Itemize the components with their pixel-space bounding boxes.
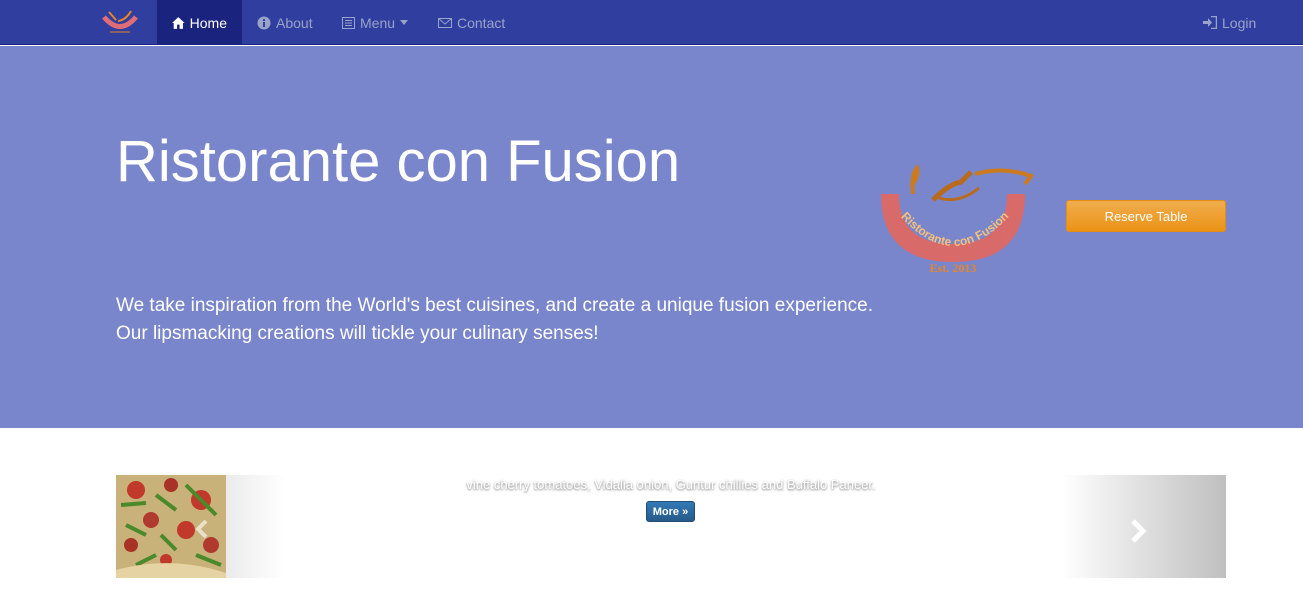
- nav-contact[interactable]: Contact: [438, 0, 505, 45]
- login-icon: [1203, 16, 1217, 29]
- carousel-prev-icon[interactable]: [192, 519, 212, 539]
- nav-login[interactable]: Login: [1203, 0, 1256, 45]
- restaurant-logo: Ristorante con Fusion Est. 2013: [881, 164, 1035, 275]
- navbar: Home About Menu Contact Login: [0, 0, 1303, 45]
- nav-contact-label: Contact: [457, 14, 506, 31]
- logo-est-text: Est. 2013: [930, 261, 977, 275]
- nav-home-label: Home: [189, 14, 227, 31]
- nav-about-label: About: [276, 14, 313, 31]
- carousel-caption: vine cherry tomatoes, Vidalia onion, Gun…: [466, 477, 876, 492]
- nav-menu-dropdown[interactable]: Menu: [342, 0, 409, 45]
- carousel-next-icon[interactable]: [1126, 519, 1150, 543]
- carousel: vine cherry tomatoes, Vidalia onion, Gun…: [116, 475, 1226, 578]
- nav-home[interactable]: Home: [157, 0, 242, 45]
- restaurant-logo-icon[interactable]: [100, 8, 140, 38]
- more-button[interactable]: More »: [646, 501, 695, 522]
- envelope-icon: [438, 17, 452, 28]
- caret-down-icon: [400, 20, 409, 25]
- jumbotron: Ristorante con Fusion We take inspiratio…: [0, 46, 1303, 428]
- reserve-table-button[interactable]: Reserve Table: [1066, 200, 1226, 232]
- carousel-fade-left: [226, 475, 286, 578]
- info-icon: [257, 16, 271, 29]
- home-icon: [172, 16, 185, 29]
- list-icon: [342, 16, 355, 29]
- hero-title: Ristorante con Fusion: [116, 129, 681, 194]
- hero-description: We take inspiration from the World's bes…: [116, 295, 874, 344]
- nav-menu-label: Menu: [360, 14, 396, 31]
- nav-login-label: Login: [1222, 14, 1257, 31]
- nav-about[interactable]: About: [257, 0, 313, 45]
